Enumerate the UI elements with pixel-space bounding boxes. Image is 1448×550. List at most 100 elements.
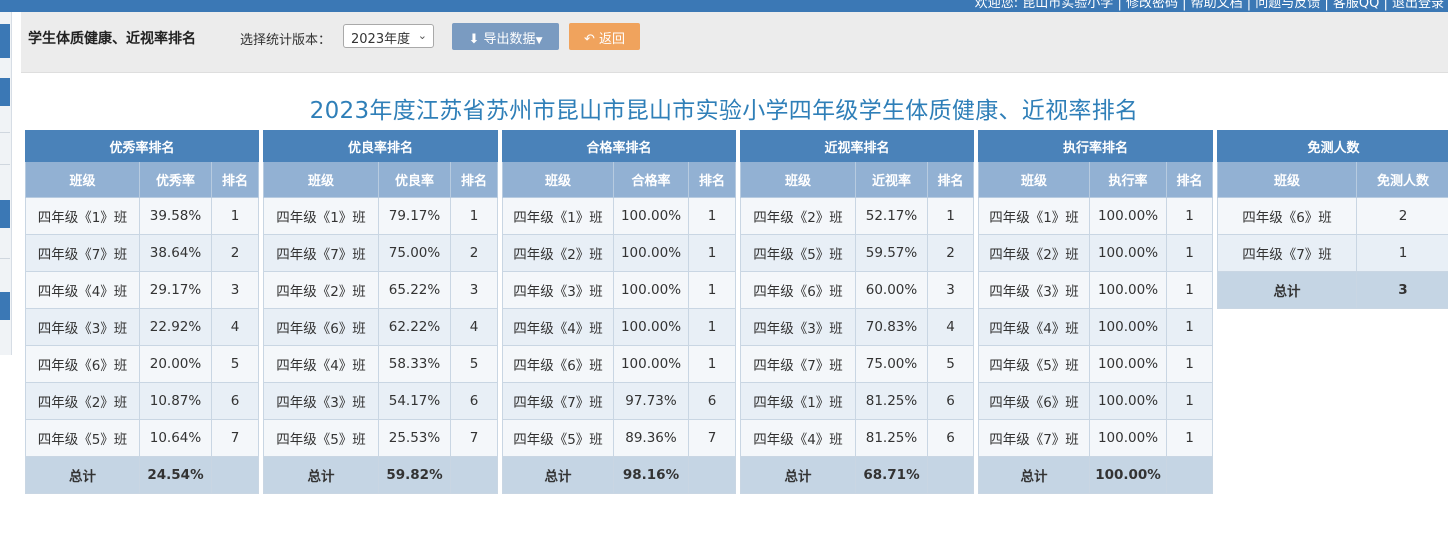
table-row: 四年级《6》班 2: [1217, 197, 1448, 235]
table-cell: 四年级《1》班: [25, 197, 140, 235]
table-cell: 四年级《7》班: [1217, 234, 1357, 272]
total-row: 总计 24.54%: [25, 456, 260, 494]
total-cell: 总计: [978, 456, 1090, 494]
table-cell: 100.00%: [1089, 382, 1167, 420]
table-cell: 四年级《3》班: [263, 382, 379, 420]
table-cell: 四年级《1》班: [740, 382, 856, 420]
header-row: 班级 近视率 排名: [740, 161, 975, 198]
table-cell: 6: [687, 382, 737, 420]
table-cell: 7: [449, 419, 499, 457]
header-row: 班级 优秀率 排名: [25, 161, 260, 198]
table-cell: 四年级《4》班: [978, 308, 1090, 346]
table-row: 四年级《5》班 25.53% 7: [263, 419, 499, 457]
table-cell: 四年级《2》班: [502, 234, 614, 272]
table-cell: 100.00%: [1089, 271, 1167, 309]
column-header: 班级: [502, 161, 614, 198]
table-row: 四年级《4》班 81.25% 6: [740, 419, 975, 457]
table-cell: 25.53%: [378, 419, 451, 457]
table-cell: 81.25%: [855, 419, 928, 457]
table-cell: 2: [449, 234, 499, 272]
version-select-value: 2023年度: [351, 32, 411, 47]
version-select[interactable]: 2023年度 ⌄: [343, 24, 434, 48]
chevron-down-icon: ⌄: [417, 29, 427, 42]
table-row: 四年级《1》班 100.00% 1: [502, 197, 737, 235]
table-cell: 四年级《7》班: [25, 234, 140, 272]
table-row: 四年级《7》班 100.00% 1: [978, 419, 1214, 457]
table-cell: 四年级《4》班: [25, 271, 140, 309]
table-cell: 100.00%: [613, 345, 689, 383]
table-cell: 2: [210, 234, 260, 272]
table-row: 四年级《2》班 10.87% 6: [25, 382, 260, 420]
table-cell: 四年级《6》班: [25, 345, 140, 383]
total-cell: [687, 456, 737, 494]
table-cell: 1: [687, 234, 737, 272]
table-cell: 20.00%: [139, 345, 212, 383]
user-links[interactable]: 欢迎您: 昆山市实验小学 | 修改密码 | 帮助文档 | 问题与反馈 | 客服Q…: [975, 0, 1444, 11]
total-cell: 总计: [1217, 271, 1357, 309]
table-row: 四年级《3》班 70.83% 4: [740, 308, 975, 346]
table-row: 四年级《7》班 1: [1217, 234, 1448, 272]
table-cell: 四年级《6》班: [502, 345, 614, 383]
column-header: 排名: [926, 161, 975, 198]
table-row: 四年级《1》班 39.58% 1: [25, 197, 260, 235]
top-bar: 欢迎您: 昆山市实验小学 | 修改密码 | 帮助文档 | 问题与反馈 | 客服Q…: [0, 0, 1448, 12]
table-caption: 优秀率排名: [24, 130, 260, 162]
total-row: 总计 59.82%: [263, 456, 499, 494]
table-caption: 执行率排名: [977, 130, 1214, 162]
column-header: 班级: [263, 161, 379, 198]
caption-row: 优良率排名: [262, 130, 499, 162]
table-cell: 四年级《7》班: [740, 345, 856, 383]
table-cell: 1: [926, 197, 975, 235]
caption-row: 合格率排名: [501, 130, 737, 162]
table-cell: 10.64%: [139, 419, 212, 457]
ranking-table-execution: 执行率排名 班级 执行率 排名 四年级《1》班 100.00% 1 四年级《2》班 100.00…: [977, 130, 1214, 494]
caret-down-icon: ▼: [535, 36, 543, 46]
table-cell: 4: [449, 308, 499, 346]
version-label: 选择统计版本：: [240, 33, 332, 48]
table-cell: 四年级《4》班: [740, 419, 856, 457]
table-cell: 60.00%: [855, 271, 928, 309]
table-caption: 近视率排名: [739, 130, 975, 162]
table-cell: 6: [449, 382, 499, 420]
total-cell: 100.00%: [1089, 456, 1167, 494]
table-cell: 2: [1355, 197, 1448, 235]
table-cell: 100.00%: [1089, 234, 1167, 272]
table-cell: 四年级《4》班: [502, 308, 614, 346]
column-header: 排名: [210, 161, 260, 198]
caption-row: 执行率排名: [977, 130, 1214, 162]
total-cell: [1165, 456, 1214, 494]
header-row: 班级 免测人数: [1217, 161, 1448, 198]
table-row: 四年级《1》班 100.00% 1: [978, 197, 1214, 235]
column-header: 执行率: [1089, 161, 1167, 198]
table-cell: 四年级《3》班: [25, 308, 140, 346]
column-header: 班级: [25, 161, 140, 198]
table-cell: 75.00%: [855, 345, 928, 383]
column-header: 优秀率: [139, 161, 212, 198]
table-cell: 81.25%: [855, 382, 928, 420]
table-cell: 100.00%: [613, 271, 689, 309]
table-cell: 3: [926, 271, 975, 309]
table-cell: 四年级《5》班: [740, 234, 856, 272]
left-nav-strip[interactable]: [0, 12, 12, 355]
export-data-button[interactable]: ⬇ 导出数据▼: [452, 23, 559, 50]
total-row: 总计 3: [1217, 271, 1448, 309]
total-row: 总计 98.16%: [502, 456, 737, 494]
caption-row: 近视率排名: [739, 130, 975, 162]
total-cell: 3: [1355, 271, 1448, 309]
table-cell: 100.00%: [1089, 197, 1167, 235]
ranking-table-good: 优良率排名 班级 优良率 排名 四年级《1》班 79.17% 1 四年级《7》班 75.00% 2…: [262, 130, 499, 494]
table-cell: 7: [687, 419, 737, 457]
table-row: 四年级《4》班 58.33% 5: [263, 345, 499, 383]
table-cell: 2: [926, 234, 975, 272]
table-cell: 四年级《1》班: [978, 197, 1090, 235]
table-cell: 1: [1165, 234, 1214, 272]
table-row: 四年级《4》班 100.00% 1: [978, 308, 1214, 346]
table-cell: 65.22%: [378, 271, 451, 309]
table-cell: 6: [926, 419, 975, 457]
back-button[interactable]: ↶ 返回: [569, 23, 640, 50]
table-row: 四年级《3》班 54.17% 6: [263, 382, 499, 420]
table-cell: 四年级《4》班: [263, 345, 379, 383]
table-row: 四年级《6》班 100.00% 1: [502, 345, 737, 383]
table-cell: 100.00%: [613, 308, 689, 346]
table-cell: 4: [210, 308, 260, 346]
